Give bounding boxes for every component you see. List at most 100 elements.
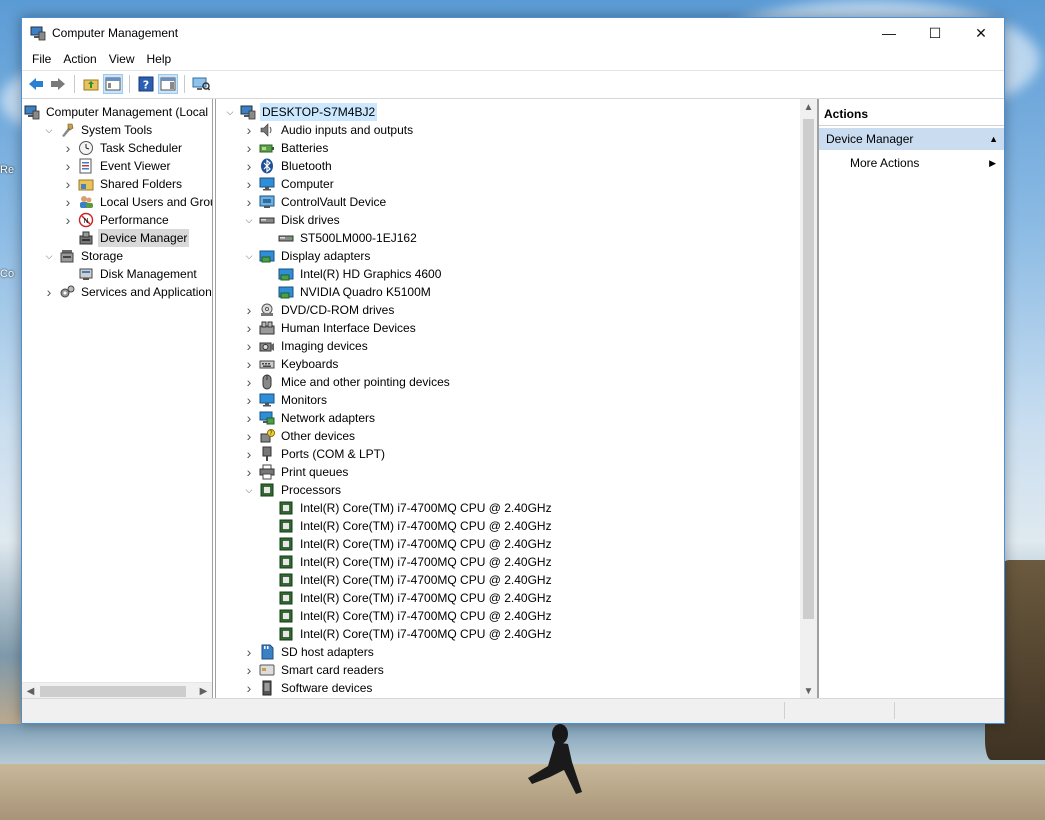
expanded-chevron-icon[interactable]: ⌵: [43, 121, 55, 139]
back-button[interactable]: [26, 74, 46, 94]
expanded-chevron-icon[interactable]: ⌵: [43, 247, 55, 265]
collapsed-chevron-icon[interactable]: ›: [243, 175, 255, 193]
show-hide-action-pane-button[interactable]: [158, 74, 178, 94]
scroll-up-button[interactable]: ▲: [800, 99, 817, 116]
device-tree-item[interactable]: › Human Interface Devices: [243, 319, 418, 337]
show-hide-console-tree-button[interactable]: [103, 74, 123, 94]
expanded-chevron-icon[interactable]: ⌵: [243, 211, 255, 229]
console-tree-item[interactable]: Computer Management (Local: [22, 103, 210, 121]
desktop-icon-label[interactable]: Re: [0, 164, 14, 176]
collapsed-chevron-icon[interactable]: ›: [243, 409, 255, 427]
collapsed-chevron-icon[interactable]: ›: [62, 139, 74, 157]
menu-action[interactable]: Action: [57, 48, 102, 70]
device-tree-item[interactable]: › Batteries: [243, 139, 330, 157]
collapsed-chevron-icon[interactable]: ›: [243, 445, 255, 463]
collapsed-chevron-icon[interactable]: ›: [62, 157, 74, 175]
device-tree-item[interactable]: › Keyboards: [243, 355, 340, 373]
close-button[interactable]: ✕: [958, 18, 1004, 48]
collapsed-chevron-icon[interactable]: ›: [243, 301, 255, 319]
device-tree-item[interactable]: Intel(R) Core(TM) i7-4700MQ CPU @ 2.40GH…: [262, 625, 554, 643]
device-tree-item[interactable]: ›? Other devices: [243, 427, 357, 445]
collapsed-chevron-icon[interactable]: ›: [243, 679, 255, 697]
forward-button[interactable]: [48, 74, 68, 94]
console-tree-item[interactable]: › Task Scheduler: [62, 139, 184, 157]
menu-help[interactable]: Help: [141, 48, 178, 70]
scan-hardware-button[interactable]: [191, 74, 211, 94]
desktop-icon-label[interactable]: Co: [0, 268, 14, 280]
console-tree-item[interactable]: Device Manager: [62, 229, 190, 247]
actions-section-device-manager[interactable]: Device Manager ▲: [819, 128, 1004, 150]
device-tree-item[interactable]: Intel(R) Core(TM) i7-4700MQ CPU @ 2.40GH…: [262, 571, 554, 589]
device-tree-item[interactable]: Intel(R) Core(TM) i7-4700MQ CPU @ 2.40GH…: [262, 589, 554, 607]
collapsed-chevron-icon[interactable]: ›: [243, 661, 255, 679]
device-tree-item[interactable]: › Mice and other pointing devices: [243, 373, 452, 391]
device-tree-item[interactable]: › Imaging devices: [243, 337, 370, 355]
console-tree-item[interactable]: ⌵ Storage: [43, 247, 125, 265]
expanded-chevron-icon[interactable]: ⌵: [224, 103, 236, 121]
device-tree-item[interactable]: › Audio inputs and outputs: [243, 121, 415, 139]
console-tree-item[interactable]: › Services and Applications: [43, 283, 212, 301]
device-tree-item[interactable]: › Network adapters: [243, 409, 377, 427]
menu-file[interactable]: File: [26, 48, 57, 70]
device-tree-item[interactable]: › Computer: [243, 175, 336, 193]
console-tree-item[interactable]: Disk Management: [62, 265, 199, 283]
device-tree-item[interactable]: NVIDIA Quadro K5100M: [262, 283, 433, 301]
device-tree-item[interactable]: ⌵ Display adapters: [243, 247, 372, 265]
device-tree-item[interactable]: Intel(R) Core(TM) i7-4700MQ CPU @ 2.40GH…: [262, 517, 554, 535]
device-tree-item[interactable]: › Print queues: [243, 463, 350, 481]
collapsed-chevron-icon[interactable]: ›: [62, 193, 74, 211]
device-tree-item[interactable]: › Smart card readers: [243, 661, 386, 679]
expanded-chevron-icon[interactable]: ⌵: [243, 247, 255, 265]
collapsed-chevron-icon[interactable]: ›: [243, 193, 255, 211]
more-actions-item[interactable]: More Actions ▶: [819, 152, 1004, 174]
console-tree-item[interactable]: › Local Users and Groups: [62, 193, 212, 211]
device-tree-item[interactable]: ⌵ Disk drives: [243, 211, 342, 229]
collapsed-chevron-icon[interactable]: ›: [243, 427, 255, 445]
collapse-caret-icon[interactable]: ▲: [989, 128, 998, 150]
console-tree-item[interactable]: ⌵ System Tools: [43, 121, 154, 139]
collapsed-chevron-icon[interactable]: ›: [243, 337, 255, 355]
minimize-button[interactable]: —: [866, 18, 912, 48]
title-bar[interactable]: Computer Management — ☐ ✕: [22, 18, 1004, 48]
expanded-chevron-icon[interactable]: ⌵: [243, 481, 255, 499]
device-tree-item[interactable]: Intel(R) Core(TM) i7-4700MQ CPU @ 2.40GH…: [262, 553, 554, 571]
device-tree-item[interactable]: › Ports (COM & LPT): [243, 445, 387, 463]
device-tree-item[interactable]: Intel(R) Core(TM) i7-4700MQ CPU @ 2.40GH…: [262, 499, 554, 517]
software-device-icon: [259, 680, 275, 696]
console-tree-item[interactable]: › N Performance: [62, 211, 171, 229]
maximize-button[interactable]: ☐: [912, 18, 958, 48]
collapsed-chevron-icon[interactable]: ›: [62, 175, 74, 193]
collapsed-chevron-icon[interactable]: ›: [243, 319, 255, 337]
collapsed-chevron-icon[interactable]: ›: [243, 373, 255, 391]
device-tree-item[interactable]: › SD host adapters: [243, 643, 376, 661]
device-tree-item[interactable]: › Software devices: [243, 679, 374, 697]
collapsed-chevron-icon[interactable]: ›: [243, 355, 255, 373]
device-tree-vertical-scrollbar[interactable]: ▲ ▼: [800, 99, 817, 700]
collapsed-chevron-icon[interactable]: ›: [62, 211, 74, 229]
device-tree-item[interactable]: Intel(R) HD Graphics 4600: [262, 265, 443, 283]
device-tree-item[interactable]: Intel(R) Core(TM) i7-4700MQ CPU @ 2.40GH…: [262, 607, 554, 625]
device-tree-item-label: Human Interface Devices: [281, 321, 416, 335]
collapsed-chevron-icon[interactable]: ›: [243, 643, 255, 661]
console-tree-item[interactable]: › Event Viewer: [62, 157, 172, 175]
device-tree-item[interactable]: ⌵ Processors: [243, 481, 343, 499]
collapsed-chevron-icon[interactable]: ›: [243, 157, 255, 175]
device-tree-item[interactable]: › Bluetooth: [243, 157, 334, 175]
help-button[interactable]: ?: [136, 74, 156, 94]
device-tree-item[interactable]: › ControlVault Device: [243, 193, 388, 211]
scrollbar-thumb[interactable]: [803, 119, 814, 619]
device-tree-item[interactable]: › DVD/CD-ROM drives: [243, 301, 396, 319]
scrollbar-thumb[interactable]: [40, 686, 186, 697]
collapsed-chevron-icon[interactable]: ›: [243, 391, 255, 409]
device-tree-item[interactable]: ⌵ DESKTOP-S7M4BJ2: [224, 103, 378, 121]
collapsed-chevron-icon[interactable]: ›: [243, 463, 255, 481]
collapsed-chevron-icon[interactable]: ›: [43, 283, 55, 301]
menu-view[interactable]: View: [103, 48, 141, 70]
console-tree-item[interactable]: › Shared Folders: [62, 175, 184, 193]
device-tree-item[interactable]: › Monitors: [243, 391, 329, 409]
collapsed-chevron-icon[interactable]: ›: [243, 121, 255, 139]
device-tree-item[interactable]: ST500LM000-1EJ162: [262, 229, 419, 247]
device-tree-item[interactable]: Intel(R) Core(TM) i7-4700MQ CPU @ 2.40GH…: [262, 535, 554, 553]
up-one-level-button[interactable]: [81, 74, 101, 94]
collapsed-chevron-icon[interactable]: ›: [243, 139, 255, 157]
